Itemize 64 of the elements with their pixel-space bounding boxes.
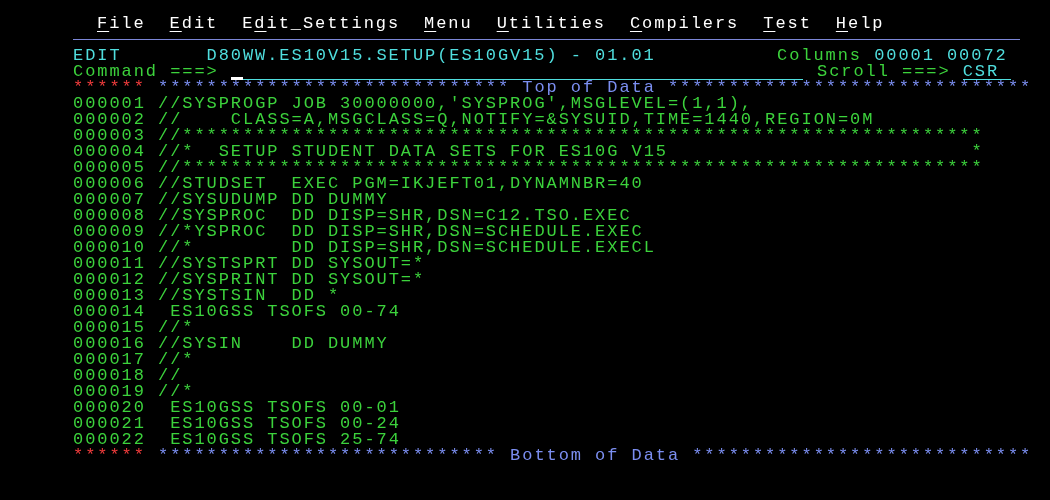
line-number: 000015 (73, 320, 147, 336)
line-number: 000010 (73, 240, 147, 256)
data-boundary-marker: **************************** Bottom of Data **************************** (158, 448, 1033, 464)
menu-item[interactable]: F ile (97, 16, 146, 32)
line-number: 000007 (73, 192, 147, 208)
code-line: //* (158, 352, 195, 368)
line-number: 000019 (73, 384, 147, 400)
menu-item[interactable]: E dit (169, 16, 219, 32)
edit-mode-label: EDIT (73, 48, 122, 64)
column-start: 00001 (874, 48, 935, 64)
code-line: ES10GSS TSOFS 00-01 (169, 400, 401, 416)
code-line: //****************************************************************** (158, 160, 984, 176)
command-label: Command ===> (73, 64, 219, 80)
code-line: //SYSIN DD DUMMY (158, 336, 389, 352)
line-number: 000021 (73, 416, 147, 432)
menu-item[interactable]: Ed it_Settings (242, 16, 401, 32)
line-number: 000014 (73, 304, 147, 320)
code-line: //*YSPROC DD DISP=SHR,DSN=SCHEDULE.EXEC (158, 224, 644, 240)
line-number: 000004 (73, 144, 147, 160)
menu-item[interactable]: C ompilers (629, 16, 740, 32)
code-line: ES10GSS TSOFS 00-74 (170, 304, 401, 320)
code-line: //STUDSET EXEC PGM=IKJEFT01,DYNAMNBR=40 (158, 176, 644, 192)
marker-stars: ****** (73, 80, 147, 96)
code-line: //* SETUP STUDENT DATA SETS FOR ES10G V15 * (158, 144, 984, 160)
line-number: 000018 (73, 368, 147, 384)
code-line: //SYSPROC DD DISP=SHR,DSN=C12.TSO.EXEC (158, 208, 632, 224)
line-number: 000022 (73, 432, 147, 448)
menu-item[interactable]: U tilities (496, 16, 606, 32)
code-line: //SYSTSPRT DD SYSOUT=* (158, 256, 426, 272)
columns-label: Columns (777, 48, 862, 64)
scroll-field[interactable]: CSR (962, 64, 1011, 80)
line-number: 000006 (73, 176, 147, 192)
line-number: 000008 (73, 208, 147, 224)
marker-stars: ****** (73, 448, 147, 464)
menu-item[interactable]: Test (763, 16, 812, 32)
code-line: //****************************************************************** (158, 128, 984, 144)
line-number: 000003 (73, 128, 147, 144)
line-number: 000005 (73, 160, 147, 176)
line-number: 000017 (73, 352, 147, 368)
code-line: // CLASS=A,MSGCLASS=Q,NOTIFY=&SYSUID,TIME=1440,REGION=0M (158, 112, 875, 128)
code-line: // (158, 368, 183, 384)
code-line: //SYSPRINT DD SYSOUT=* (158, 272, 426, 288)
menu-item[interactable]: H elp (835, 16, 885, 32)
scroll-label: Scroll ===> (817, 64, 951, 80)
menu-item[interactable]: M enu (424, 16, 473, 32)
code-line: //* (158, 320, 195, 336)
dataset-name: D80WW.ES10V15.SETUP(ES10GV15) - 01.01 (206, 48, 657, 64)
line-number: 000001 (73, 96, 147, 112)
code-line: ES10GSS TSOFS 25-74 (170, 432, 401, 448)
data-boundary-marker: ***************************** Top of Data ****************************** (158, 80, 1033, 96)
line-number: 000020 (73, 400, 147, 416)
line-number: 000016 (73, 336, 147, 352)
line-number: 000012 (73, 272, 147, 288)
line-number: 000009 (73, 224, 147, 240)
column-end: 00072 (946, 48, 1008, 64)
line-number: 000011 (73, 256, 147, 272)
code-line: ES10GSS TSOFS 00-24 (169, 416, 401, 432)
code-line: //* (158, 384, 195, 400)
line-number: 000013 (73, 288, 147, 304)
line-number: 000002 (73, 112, 147, 128)
code-line: //SYSPROGP JOB 30000000,'SYSPROG',MSGLEVEL=(1,1), (158, 96, 753, 112)
code-line: //* DD DISP=SHR,DSN=SCHEDULE.EXECL (158, 240, 656, 256)
code-line: //SYSUDUMP DD DUMMY (158, 192, 389, 208)
code-line: //SYSTSIN DD * (158, 288, 341, 304)
